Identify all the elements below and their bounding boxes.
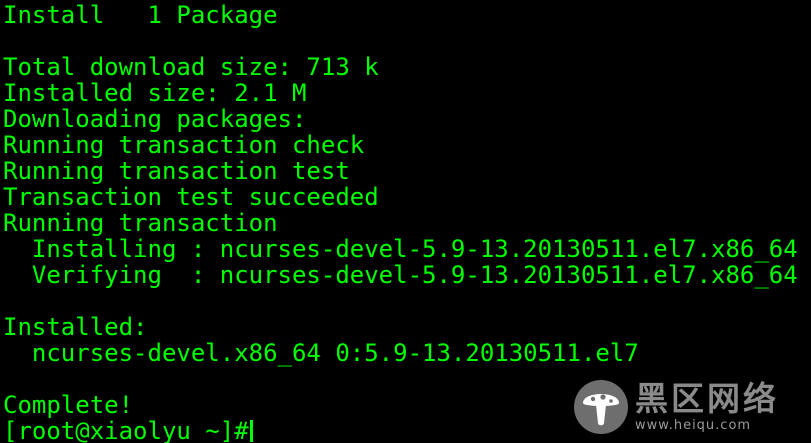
shell-prompt: [root@xiaolyu ~]# xyxy=(3,417,249,443)
watermark-url: www.heiqu.com xyxy=(635,418,752,433)
terminal-line: Verifying : ncurses-devel-5.9-13.2013051… xyxy=(3,261,798,289)
terminal-line: Running transaction xyxy=(3,209,278,237)
mushroom-logo-icon xyxy=(574,380,628,434)
watermark: 黑区网络 www.heiqu.com xyxy=(573,375,805,439)
terminal-line: Installing : ncurses-devel-5.9-13.201305… xyxy=(3,235,798,263)
terminal-line: Installed size: 2.1 M xyxy=(3,79,307,107)
terminal-window[interactable]: Install 1 Package Total download size: 71… xyxy=(0,0,811,443)
text-cursor xyxy=(249,420,253,442)
terminal-line: Install 1 Package xyxy=(3,1,278,29)
terminal-line: Downloading packages: xyxy=(3,105,307,133)
terminal-line: ncurses-devel.x86_64 0:5.9-13.20130511.e… xyxy=(3,339,639,367)
terminal-line: Running transaction check xyxy=(3,131,365,159)
terminal-line: Total download size: 713 k xyxy=(3,53,379,81)
terminal-line: Running transaction test xyxy=(3,157,350,185)
watermark-name: 黑区网络 xyxy=(635,379,779,418)
terminal-line: Transaction test succeeded xyxy=(3,183,379,211)
terminal-line: Installed: xyxy=(3,313,148,341)
